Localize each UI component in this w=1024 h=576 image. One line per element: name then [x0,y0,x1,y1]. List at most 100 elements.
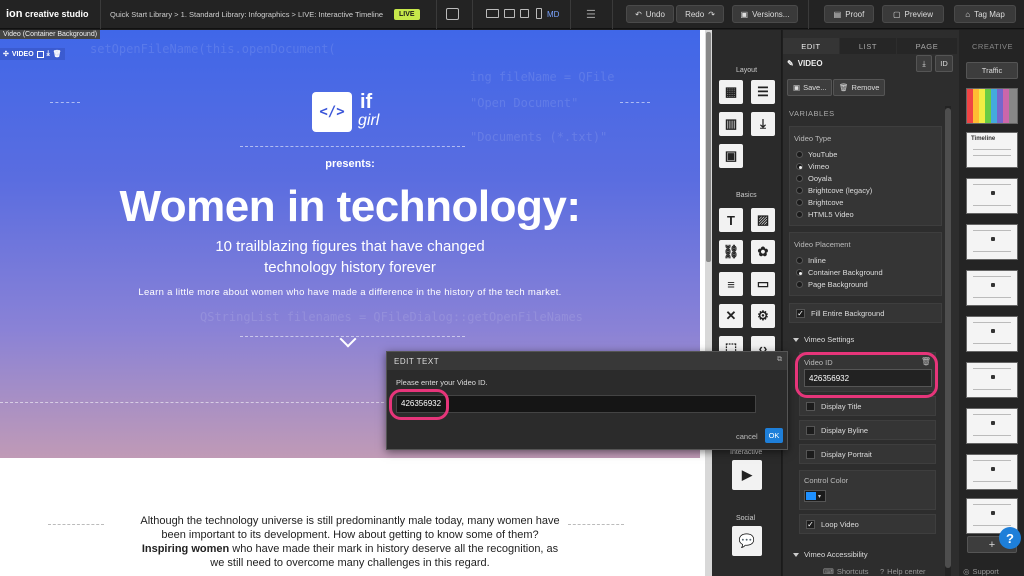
ok-button[interactable]: OK [765,428,783,443]
basics-section-label[interactable]: Basics [736,192,757,199]
page-thumbnail[interactable] [966,316,1018,352]
chevron-down-icon[interactable] [339,330,357,348]
layout-component-icon[interactable]: ▦ [719,80,743,104]
scrollbar-thumb[interactable] [706,32,711,262]
settings-component-icon[interactable]: ⚙ [751,304,775,328]
thumbnail-title: Timeline [971,136,996,142]
redo-label: Redo [685,9,705,19]
support-link[interactable]: ◎ Support [963,567,999,576]
chat-component-icon[interactable]: 💬 [732,526,762,556]
help-center-link[interactable]: ? Help center [880,567,926,576]
dialog-title[interactable]: EDIT TEXT [387,352,787,370]
scrollbar-thumb[interactable] [945,108,951,568]
move-icon[interactable]: ✣ [3,50,9,58]
page-thumbnail-active[interactable] [966,88,1018,124]
image-frame-component-icon[interactable]: ▣ [719,144,743,168]
remove-button[interactable]: 🗑 Remove [833,79,886,96]
badge-component-icon[interactable]: ✿ [751,240,775,264]
vimeo-settings-section[interactable]: Vimeo Settings [793,335,854,344]
download-icon[interactable]: ⤓ [47,50,50,58]
radio-label: Ooyala [808,174,832,183]
page-thumbnail[interactable] [966,408,1018,444]
video-id-dialog-input[interactable]: 426356932 [396,395,756,413]
popout-icon[interactable]: ⧉ [777,356,782,364]
tab-page[interactable]: PAGE [897,38,957,54]
canvas-scrollbar[interactable] [705,30,712,576]
interactive-section-label[interactable]: Interactive [730,449,762,456]
page-thumbnail[interactable]: Timeline [966,132,1018,168]
app-logo[interactable]: ion creative studio [6,8,89,20]
video-player-component-icon[interactable]: ▶ [732,460,762,490]
page-thumbnail[interactable] [966,362,1018,398]
laptop-icon[interactable] [504,9,515,18]
cancel-button[interactable]: cancel [736,432,758,441]
tag-map-button[interactable]: ⌂ Tag Map [954,5,1016,23]
proof-button[interactable]: ▤ Proof [824,5,874,23]
button-component-icon[interactable]: ▭ [751,272,775,296]
phone-icon[interactable] [536,8,542,19]
trash-icon[interactable]: 🗑 [53,50,62,58]
radio-brightcove-legacy[interactable]: Brightcove (legacy) [796,186,872,195]
page-thumbnail[interactable] [966,454,1018,490]
loop-video-checkbox[interactable]: ✓ Loop Video [799,514,936,534]
radio-html5-video[interactable]: HTML5 Video [796,210,854,219]
tablet-icon[interactable] [520,9,529,18]
hero-intro[interactable]: Learn a little more about women who have… [0,287,700,298]
layout-icon[interactable] [446,8,459,20]
radio-ooyala[interactable]: Ooyala [796,174,832,183]
save-button[interactable]: ▣ Save... [787,79,833,96]
page-thumbnail[interactable] [966,224,1018,260]
pin-icon[interactable]: ⤓ [916,55,932,72]
sliders-icon[interactable]: ☰ [586,8,596,21]
radio-label: Brightcove [808,198,844,207]
social-section-label[interactable]: Social [736,515,755,522]
radio-youtube[interactable]: YouTube [796,150,837,159]
columns-component-icon[interactable]: ▥ [719,112,743,136]
display-portrait-checkbox[interactable]: Display Portrait [799,444,936,464]
close-image-component-icon[interactable]: ✕ [719,304,743,328]
traffic-button[interactable]: Traffic [966,62,1018,79]
editor-canvas[interactable]: setOpenFileName(this.openDocument( ing f… [0,30,712,576]
link-component-icon[interactable]: ⛓ [719,240,743,264]
settings-scrollbar[interactable] [945,106,951,576]
device-size-label[interactable]: MD [547,10,559,19]
id-button[interactable]: ID [935,55,953,72]
tab-list[interactable]: LIST [840,38,896,54]
help-button[interactable]: ? [999,527,1021,549]
body-bold-text: Inspiring women [141,543,230,555]
undo-button[interactable]: ↶ Undo [626,5,674,23]
hero-subheadline[interactable]: 10 trailblazing figures that have change… [200,236,500,278]
video-element-tag[interactable]: ✣ VIDEO ⤓ 🗑 [0,48,65,60]
radio-brightcove[interactable]: Brightcove [796,198,843,207]
list-component-icon[interactable]: ≡ [719,272,743,296]
radio-page-background[interactable]: Page Background [796,280,868,289]
versions-button[interactable]: ▣ Versions... [732,5,798,23]
layout-section-label[interactable]: Layout [736,67,757,74]
variables-heading[interactable]: VARIABLES [789,109,835,118]
page-thumbnail[interactable] [966,178,1018,214]
video-tag-label: VIDEO [11,50,34,58]
download-component-icon[interactable]: ⤓ [751,112,775,136]
page-thumbnail[interactable] [966,270,1018,306]
desktop-icon[interactable] [486,9,499,18]
body-paragraph[interactable]: Although the technology universe is stil… [140,514,560,570]
rows-component-icon[interactable]: ☰ [751,80,775,104]
edit-icon[interactable] [36,50,44,58]
text-component-icon[interactable]: T [719,208,743,232]
breadcrumb[interactable]: Quick Start Library > 1. Standard Librar… [110,10,383,19]
radio-inline[interactable]: Inline [796,256,826,265]
vimeo-accessibility-section[interactable]: Vimeo Accessibility [793,550,868,559]
preview-button[interactable]: ▢ Preview [882,5,944,23]
display-title-checkbox[interactable]: Display Title [799,396,936,416]
image-component-icon[interactable]: ▨ [751,208,775,232]
hero-headline[interactable]: Women in technology: [0,182,700,232]
display-byline-checkbox[interactable]: Display Byline [799,420,936,440]
thumbnail-line [973,230,1011,231]
radio-container-background[interactable]: Container Background [796,268,883,277]
fill-background-checkbox[interactable]: ✓ Fill Entire Background [789,303,942,323]
redo-button[interactable]: Redo ↷ [676,5,724,23]
color-picker[interactable]: ▾ [804,490,826,502]
radio-vimeo[interactable]: Vimeo [796,162,829,171]
tab-edit[interactable]: EDIT [783,38,839,54]
shortcuts-link[interactable]: ⌨ Shortcuts [823,567,869,576]
